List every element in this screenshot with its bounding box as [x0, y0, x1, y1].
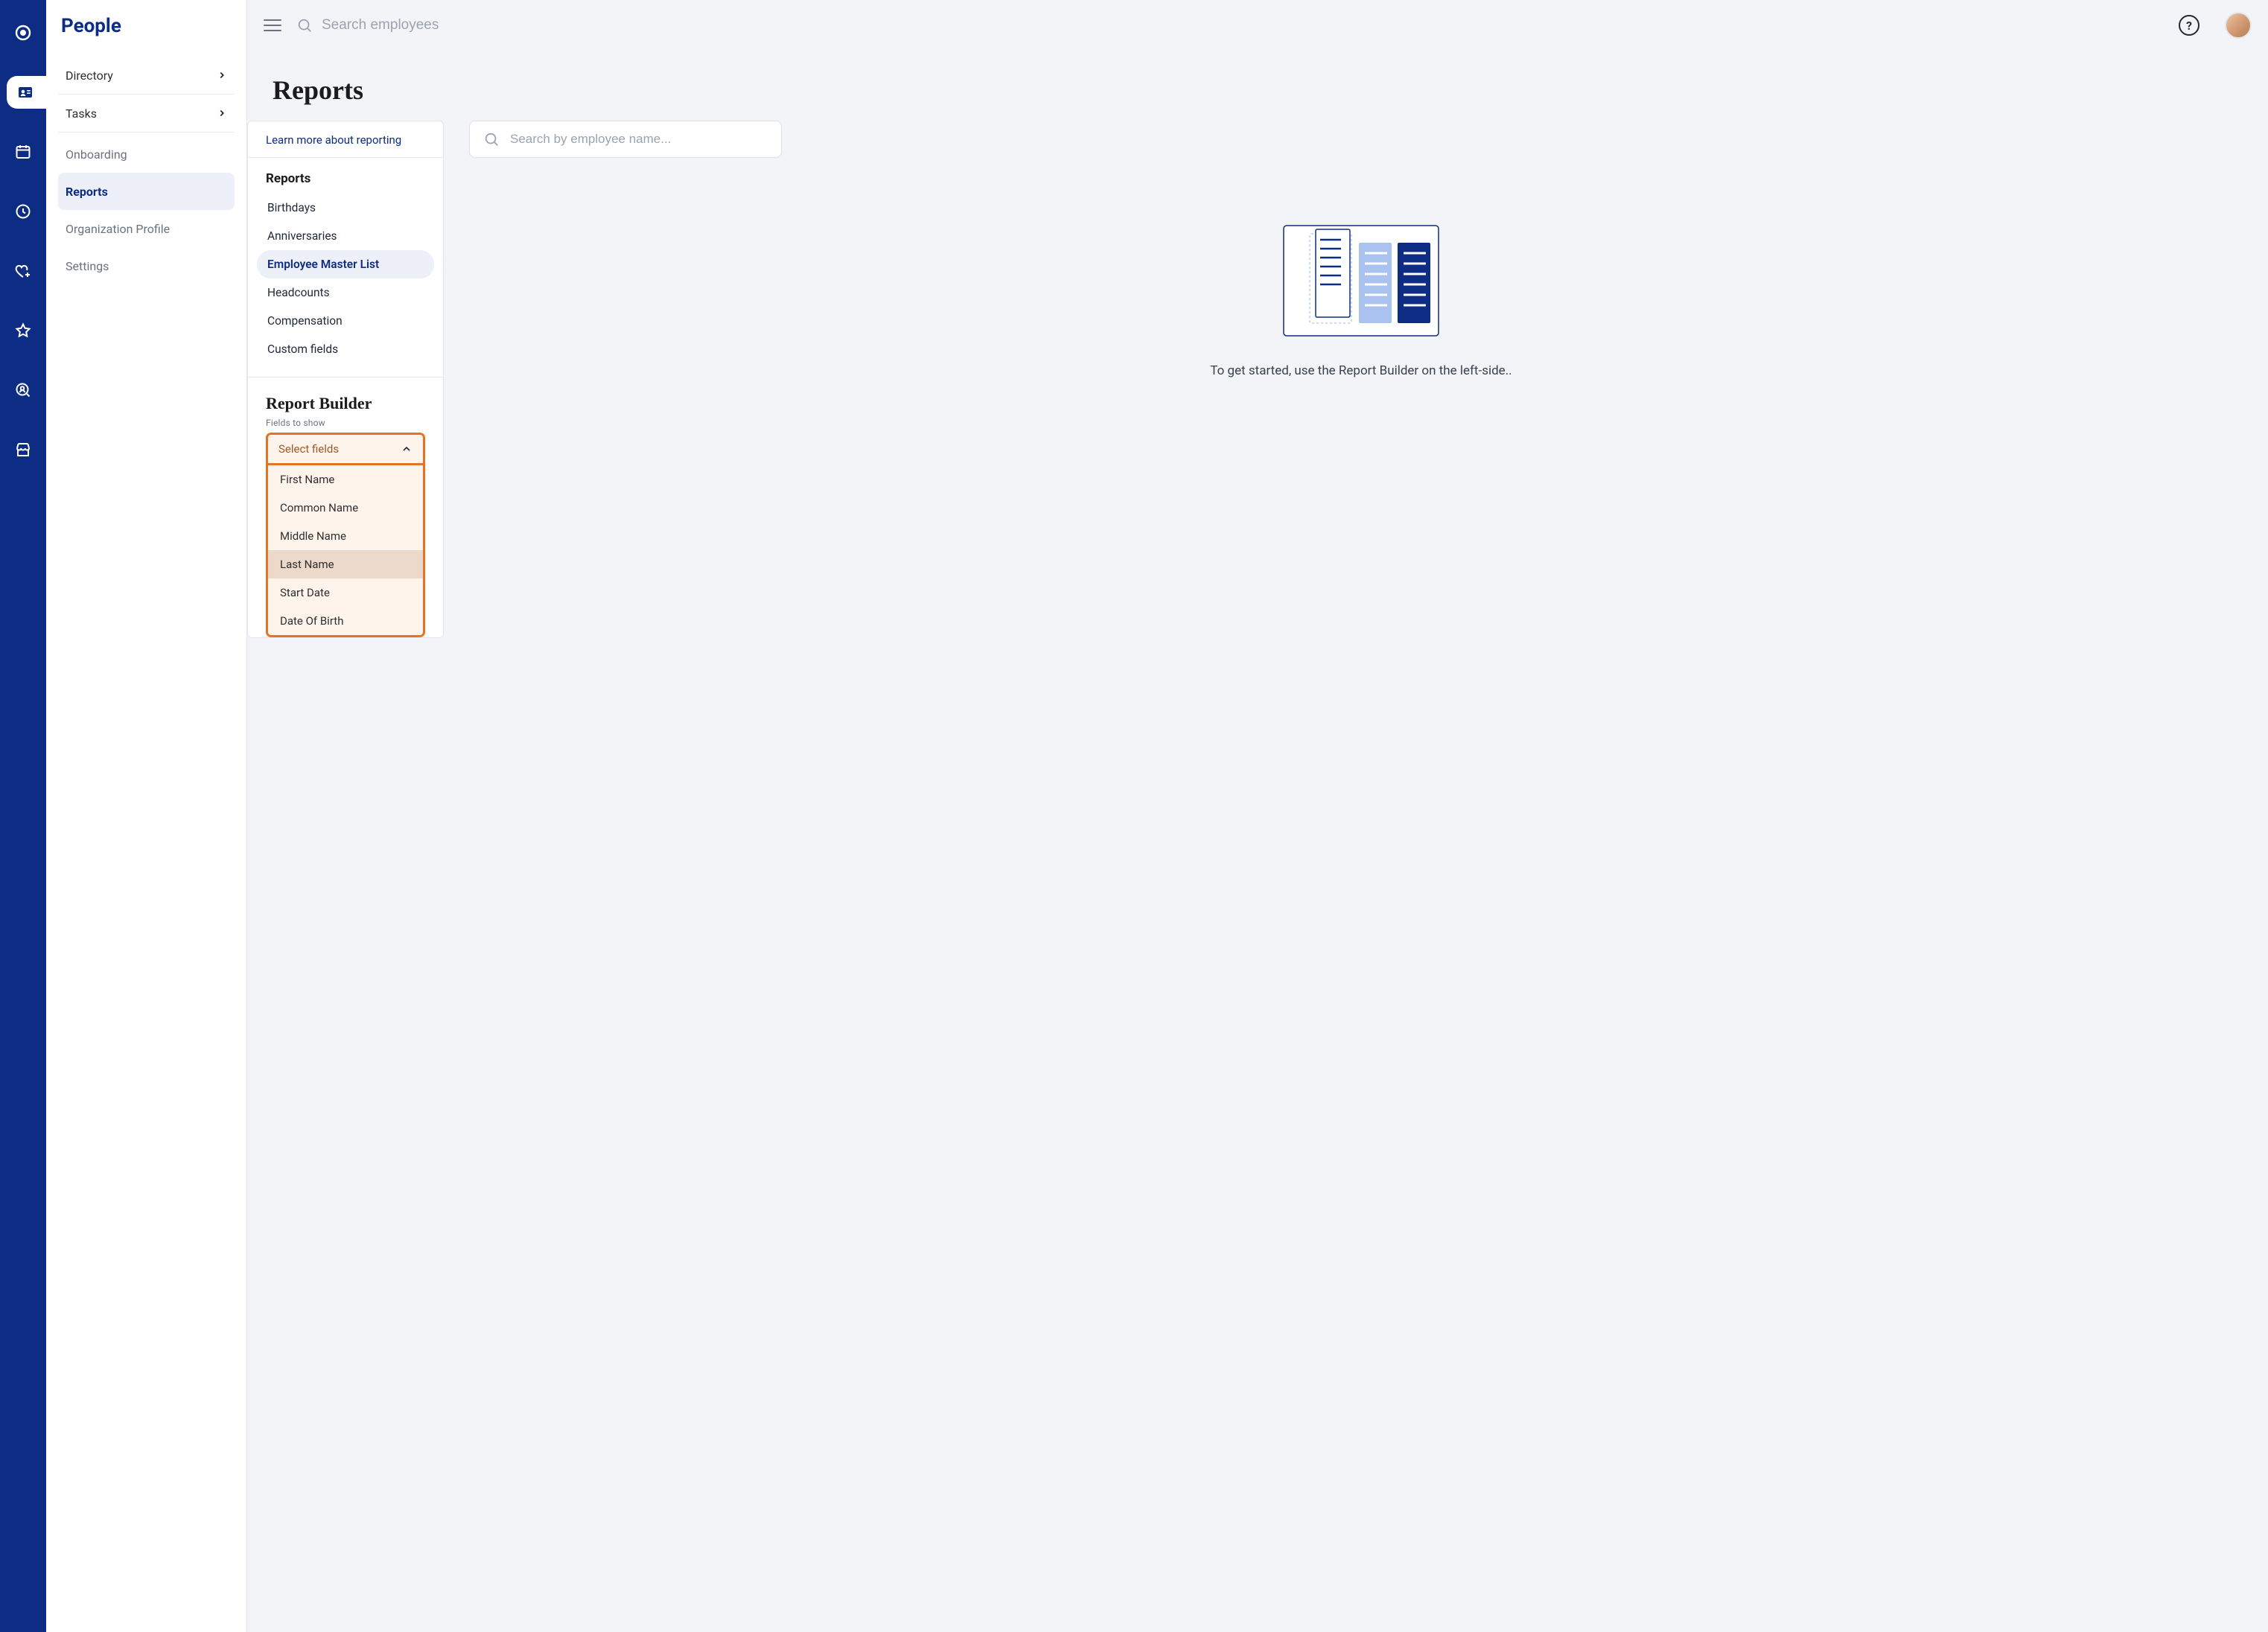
report-illustration-icon	[1283, 225, 1439, 337]
sidebar-item-settings[interactable]: Settings	[58, 247, 235, 284]
sidebar-item-label: Reports	[66, 185, 108, 199]
module-title: People	[58, 15, 235, 37]
app-root: People Directory Tasks Onboarding Report…	[0, 0, 2268, 1632]
fields-select-trigger[interactable]: Select fields	[266, 433, 425, 465]
report-item-anniversaries[interactable]: Anniversaries	[257, 222, 434, 250]
option-date-of-birth[interactable]: Date Of Birth	[268, 607, 423, 635]
report-item-employee-master[interactable]: Employee Master List	[257, 250, 434, 278]
star-icon[interactable]	[7, 314, 39, 347]
avatar[interactable]	[2225, 12, 2252, 39]
reports-section-heading: Reports	[248, 158, 443, 191]
option-first-name[interactable]: First Name	[268, 465, 423, 494]
employee-name-search[interactable]	[469, 121, 782, 158]
search-icon	[483, 131, 500, 147]
people-icon[interactable]	[7, 76, 48, 109]
global-search-input[interactable]	[322, 17, 2164, 34]
fields-select-placeholder: Select fields	[278, 442, 339, 456]
option-common-name[interactable]: Common Name	[268, 494, 423, 522]
person-search-icon[interactable]	[7, 374, 39, 407]
employee-name-input[interactable]	[510, 132, 768, 147]
report-builder-heading: Report Builder	[248, 377, 443, 416]
heart-plus-icon[interactable]	[7, 255, 39, 287]
calendar-icon[interactable]	[7, 136, 39, 168]
hint-text: To get started, use the Report Builder o…	[1210, 363, 1512, 378]
reports-panel: Learn more about reporting Reports Birth…	[247, 121, 444, 638]
store-icon[interactable]	[7, 433, 39, 466]
option-middle-name[interactable]: Middle Name	[268, 522, 423, 550]
sidebar-item-label: Directory	[66, 68, 113, 83]
fields-select: Select fields First Name Common Name Mid…	[266, 433, 425, 637]
topbar: ?	[247, 0, 2268, 51]
search-icon	[296, 17, 313, 34]
logo-icon[interactable]	[7, 16, 39, 49]
menu-toggle-icon[interactable]	[264, 16, 281, 34]
fields-to-show-label: Fields to show	[248, 416, 443, 433]
sidebar-item-onboarding[interactable]: Onboarding	[58, 136, 235, 173]
report-item-birthdays[interactable]: Birthdays	[257, 194, 434, 222]
report-item-headcounts[interactable]: Headcounts	[257, 278, 434, 307]
secondary-sidebar: People Directory Tasks Onboarding Report…	[46, 0, 247, 1632]
chevron-right-icon	[217, 108, 227, 118]
reports-list: Birthdays Anniversaries Employee Master …	[248, 191, 443, 377]
report-item-custom-fields[interactable]: Custom fields	[257, 335, 434, 363]
right-area: To get started, use the Report Builder o…	[469, 121, 2253, 378]
sidebar-item-tasks[interactable]: Tasks	[58, 95, 235, 132]
sidebar-item-org-profile[interactable]: Organization Profile	[58, 210, 235, 247]
sidebar-item-label: Settings	[66, 259, 109, 273]
sidebar-item-label: Organization Profile	[66, 222, 170, 236]
sidebar-item-reports[interactable]: Reports	[58, 173, 235, 210]
sidebar-item-label: Tasks	[66, 106, 97, 121]
chevron-right-icon	[217, 70, 227, 80]
page-title: Reports	[247, 51, 2268, 121]
clock-icon[interactable]	[7, 195, 39, 228]
sidebar-item-label: Onboarding	[66, 147, 127, 162]
content: Reports Learn more about reporting Repor…	[247, 51, 2268, 1632]
option-start-date[interactable]: Start Date	[268, 578, 423, 607]
sidebar-item-directory[interactable]: Directory	[58, 57, 235, 94]
main: ? Reports Learn more about reporting Rep…	[247, 0, 2268, 1632]
panel-row: Learn more about reporting Reports Birth…	[247, 121, 2268, 668]
icon-rail	[0, 0, 46, 1632]
report-item-compensation[interactable]: Compensation	[257, 307, 434, 335]
global-search[interactable]	[296, 17, 2164, 34]
option-last-name[interactable]: Last Name	[268, 550, 423, 578]
help-button[interactable]: ?	[2179, 15, 2199, 36]
fields-options: First Name Common Name Middle Name Last …	[266, 465, 425, 637]
chevron-up-icon	[401, 443, 412, 455]
learn-more-link[interactable]: Learn more about reporting	[248, 121, 443, 158]
